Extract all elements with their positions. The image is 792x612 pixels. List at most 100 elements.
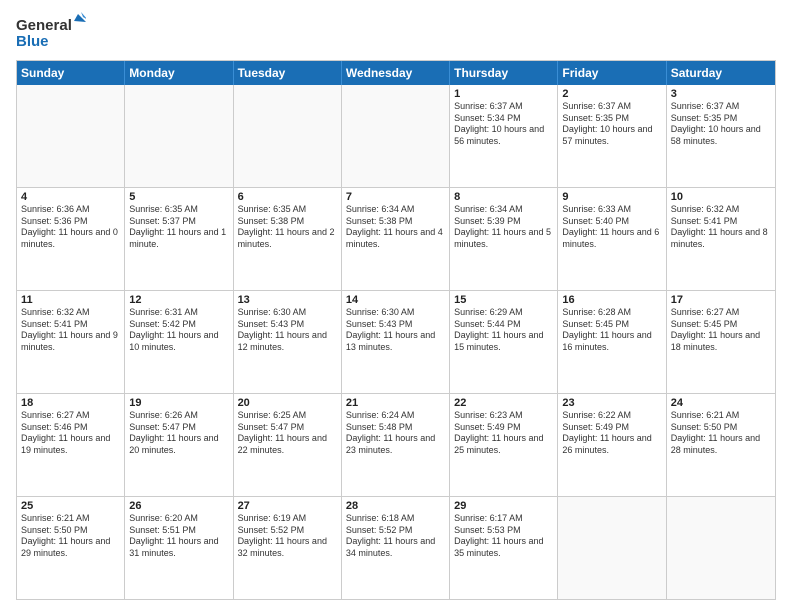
day-info: Sunrise: 6:34 AM Sunset: 5:38 PM Dayligh… [346, 204, 445, 251]
page-header: General Blue [16, 12, 776, 52]
day-info: Sunrise: 6:19 AM Sunset: 5:52 PM Dayligh… [238, 513, 337, 560]
day-info: Sunrise: 6:34 AM Sunset: 5:39 PM Dayligh… [454, 204, 553, 251]
day-number: 25 [21, 500, 120, 512]
empty-cell [558, 497, 666, 599]
day-info: Sunrise: 6:30 AM Sunset: 5:43 PM Dayligh… [346, 307, 445, 354]
day-info: Sunrise: 6:30 AM Sunset: 5:43 PM Dayligh… [238, 307, 337, 354]
day-number: 22 [454, 397, 553, 409]
day-cell-12: 12Sunrise: 6:31 AM Sunset: 5:42 PM Dayli… [125, 291, 233, 393]
day-info: Sunrise: 6:37 AM Sunset: 5:34 PM Dayligh… [454, 101, 553, 148]
day-info: Sunrise: 6:17 AM Sunset: 5:53 PM Dayligh… [454, 513, 553, 560]
day-cell-23: 23Sunrise: 6:22 AM Sunset: 5:49 PM Dayli… [558, 394, 666, 496]
day-cell-19: 19Sunrise: 6:26 AM Sunset: 5:47 PM Dayli… [125, 394, 233, 496]
day-number: 12 [129, 294, 228, 306]
day-number: 7 [346, 191, 445, 203]
logo-svg: General Blue [16, 12, 86, 52]
day-cell-5: 5Sunrise: 6:35 AM Sunset: 5:37 PM Daylig… [125, 188, 233, 290]
day-number: 2 [562, 88, 661, 100]
header-day-wednesday: Wednesday [342, 61, 450, 85]
day-cell-28: 28Sunrise: 6:18 AM Sunset: 5:52 PM Dayli… [342, 497, 450, 599]
day-number: 24 [671, 397, 771, 409]
day-number: 6 [238, 191, 337, 203]
day-number: 4 [21, 191, 120, 203]
calendar-body: 1Sunrise: 6:37 AM Sunset: 5:34 PM Daylig… [17, 85, 775, 599]
week-2: 4Sunrise: 6:36 AM Sunset: 5:36 PM Daylig… [17, 188, 775, 291]
header-day-saturday: Saturday [667, 61, 775, 85]
day-number: 26 [129, 500, 228, 512]
day-cell-22: 22Sunrise: 6:23 AM Sunset: 5:49 PM Dayli… [450, 394, 558, 496]
day-info: Sunrise: 6:25 AM Sunset: 5:47 PM Dayligh… [238, 410, 337, 457]
week-1: 1Sunrise: 6:37 AM Sunset: 5:34 PM Daylig… [17, 85, 775, 188]
day-info: Sunrise: 6:35 AM Sunset: 5:38 PM Dayligh… [238, 204, 337, 251]
header-day-monday: Monday [125, 61, 233, 85]
week-5: 25Sunrise: 6:21 AM Sunset: 5:50 PM Dayli… [17, 497, 775, 599]
day-cell-2: 2Sunrise: 6:37 AM Sunset: 5:35 PM Daylig… [558, 85, 666, 187]
day-number: 27 [238, 500, 337, 512]
header-day-sunday: Sunday [17, 61, 125, 85]
day-number: 14 [346, 294, 445, 306]
day-number: 1 [454, 88, 553, 100]
day-info: Sunrise: 6:36 AM Sunset: 5:36 PM Dayligh… [21, 204, 120, 251]
svg-text:General: General [16, 17, 72, 34]
day-number: 17 [671, 294, 771, 306]
day-number: 16 [562, 294, 661, 306]
header-day-tuesday: Tuesday [234, 61, 342, 85]
day-cell-1: 1Sunrise: 6:37 AM Sunset: 5:34 PM Daylig… [450, 85, 558, 187]
day-info: Sunrise: 6:24 AM Sunset: 5:48 PM Dayligh… [346, 410, 445, 457]
day-number: 29 [454, 500, 553, 512]
day-cell-13: 13Sunrise: 6:30 AM Sunset: 5:43 PM Dayli… [234, 291, 342, 393]
day-info: Sunrise: 6:33 AM Sunset: 5:40 PM Dayligh… [562, 204, 661, 251]
day-cell-7: 7Sunrise: 6:34 AM Sunset: 5:38 PM Daylig… [342, 188, 450, 290]
day-cell-8: 8Sunrise: 6:34 AM Sunset: 5:39 PM Daylig… [450, 188, 558, 290]
day-number: 18 [21, 397, 120, 409]
calendar: SundayMondayTuesdayWednesdayThursdayFrid… [16, 60, 776, 600]
day-info: Sunrise: 6:22 AM Sunset: 5:49 PM Dayligh… [562, 410, 661, 457]
empty-cell [17, 85, 125, 187]
day-cell-11: 11Sunrise: 6:32 AM Sunset: 5:41 PM Dayli… [17, 291, 125, 393]
calendar-header-row: SundayMondayTuesdayWednesdayThursdayFrid… [17, 61, 775, 85]
day-cell-15: 15Sunrise: 6:29 AM Sunset: 5:44 PM Dayli… [450, 291, 558, 393]
day-info: Sunrise: 6:27 AM Sunset: 5:46 PM Dayligh… [21, 410, 120, 457]
day-info: Sunrise: 6:29 AM Sunset: 5:44 PM Dayligh… [454, 307, 553, 354]
day-info: Sunrise: 6:23 AM Sunset: 5:49 PM Dayligh… [454, 410, 553, 457]
day-info: Sunrise: 6:32 AM Sunset: 5:41 PM Dayligh… [671, 204, 771, 251]
day-cell-24: 24Sunrise: 6:21 AM Sunset: 5:50 PM Dayli… [667, 394, 775, 496]
day-info: Sunrise: 6:21 AM Sunset: 5:50 PM Dayligh… [21, 513, 120, 560]
day-number: 20 [238, 397, 337, 409]
day-cell-20: 20Sunrise: 6:25 AM Sunset: 5:47 PM Dayli… [234, 394, 342, 496]
day-info: Sunrise: 6:35 AM Sunset: 5:37 PM Dayligh… [129, 204, 228, 251]
day-info: Sunrise: 6:28 AM Sunset: 5:45 PM Dayligh… [562, 307, 661, 354]
day-cell-6: 6Sunrise: 6:35 AM Sunset: 5:38 PM Daylig… [234, 188, 342, 290]
logo: General Blue [16, 12, 86, 52]
day-cell-14: 14Sunrise: 6:30 AM Sunset: 5:43 PM Dayli… [342, 291, 450, 393]
day-number: 13 [238, 294, 337, 306]
day-cell-9: 9Sunrise: 6:33 AM Sunset: 5:40 PM Daylig… [558, 188, 666, 290]
day-cell-21: 21Sunrise: 6:24 AM Sunset: 5:48 PM Dayli… [342, 394, 450, 496]
day-info: Sunrise: 6:21 AM Sunset: 5:50 PM Dayligh… [671, 410, 771, 457]
empty-cell [342, 85, 450, 187]
day-info: Sunrise: 6:18 AM Sunset: 5:52 PM Dayligh… [346, 513, 445, 560]
day-info: Sunrise: 6:37 AM Sunset: 5:35 PM Dayligh… [562, 101, 661, 148]
empty-cell [667, 497, 775, 599]
day-number: 9 [562, 191, 661, 203]
header-day-friday: Friday [558, 61, 666, 85]
day-info: Sunrise: 6:26 AM Sunset: 5:47 PM Dayligh… [129, 410, 228, 457]
day-number: 15 [454, 294, 553, 306]
day-number: 21 [346, 397, 445, 409]
day-cell-26: 26Sunrise: 6:20 AM Sunset: 5:51 PM Dayli… [125, 497, 233, 599]
empty-cell [125, 85, 233, 187]
day-info: Sunrise: 6:37 AM Sunset: 5:35 PM Dayligh… [671, 101, 771, 148]
header-day-thursday: Thursday [450, 61, 558, 85]
day-info: Sunrise: 6:20 AM Sunset: 5:51 PM Dayligh… [129, 513, 228, 560]
day-info: Sunrise: 6:31 AM Sunset: 5:42 PM Dayligh… [129, 307, 228, 354]
day-number: 11 [21, 294, 120, 306]
day-number: 23 [562, 397, 661, 409]
day-number: 3 [671, 88, 771, 100]
day-number: 8 [454, 191, 553, 203]
day-number: 28 [346, 500, 445, 512]
day-cell-16: 16Sunrise: 6:28 AM Sunset: 5:45 PM Dayli… [558, 291, 666, 393]
week-4: 18Sunrise: 6:27 AM Sunset: 5:46 PM Dayli… [17, 394, 775, 497]
week-3: 11Sunrise: 6:32 AM Sunset: 5:41 PM Dayli… [17, 291, 775, 394]
day-cell-27: 27Sunrise: 6:19 AM Sunset: 5:52 PM Dayli… [234, 497, 342, 599]
day-cell-25: 25Sunrise: 6:21 AM Sunset: 5:50 PM Dayli… [17, 497, 125, 599]
